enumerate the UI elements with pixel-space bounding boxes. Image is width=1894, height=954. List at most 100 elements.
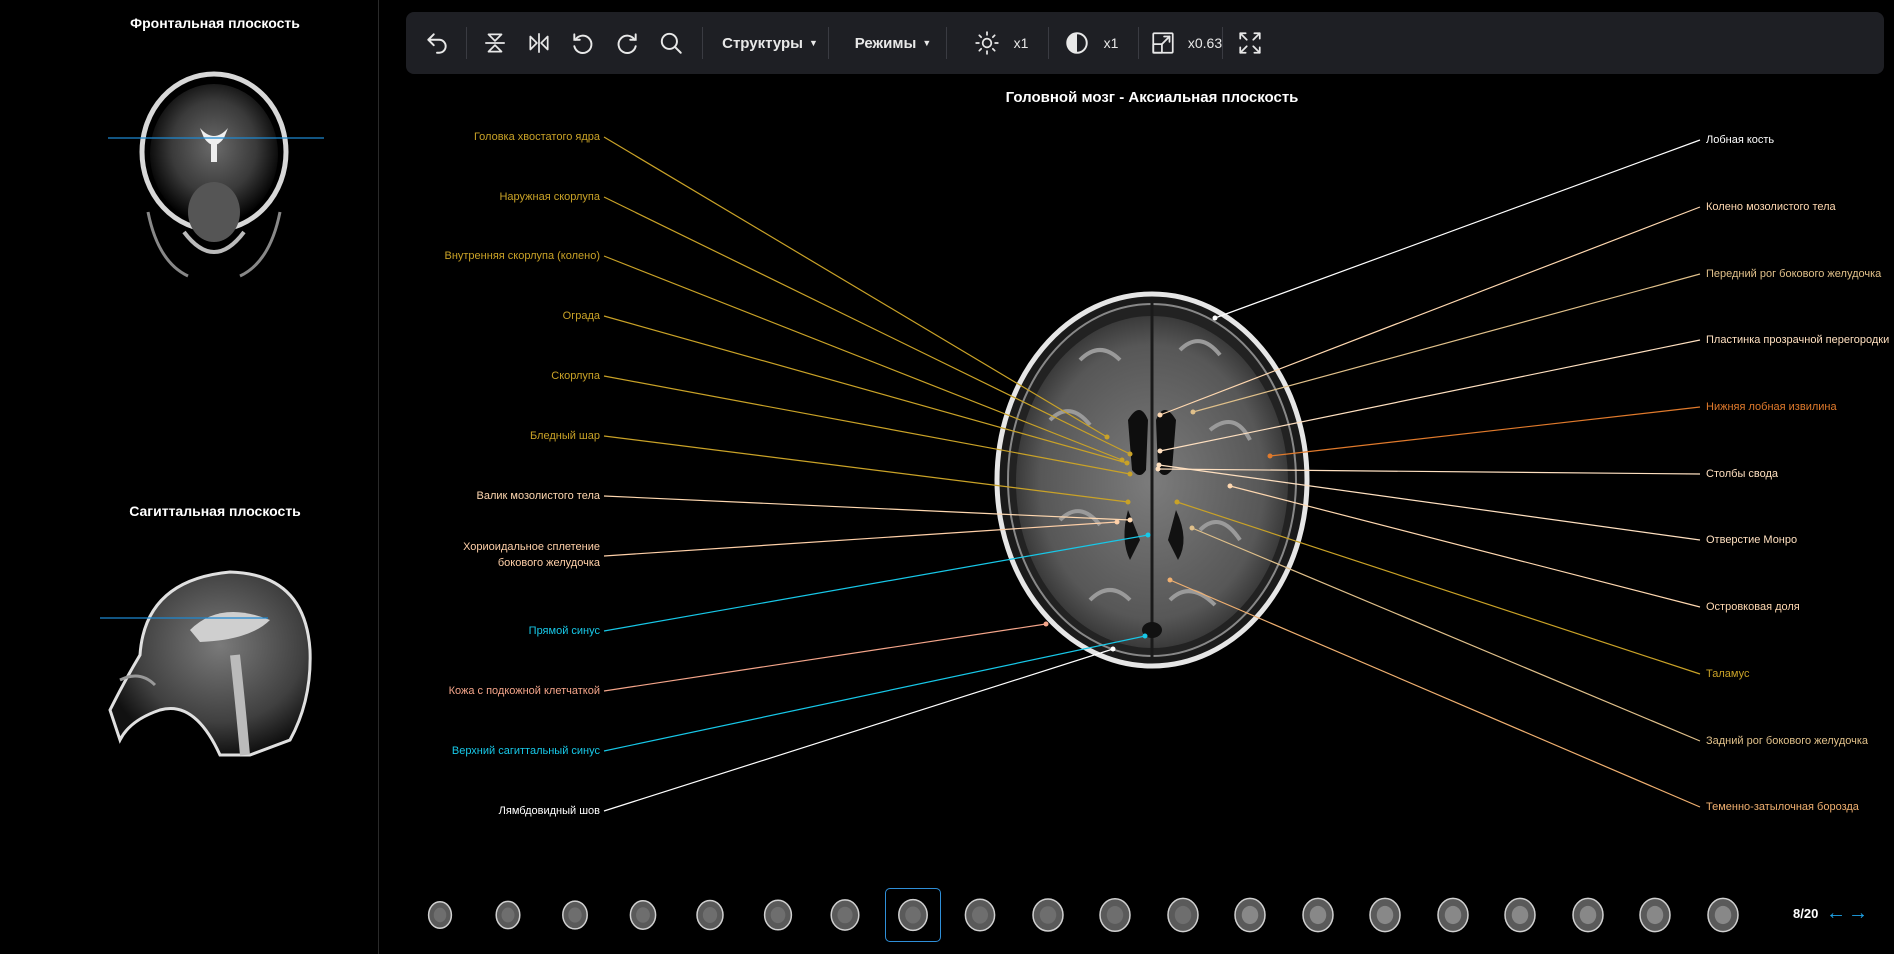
slice-thumbnail-2[interactable] (480, 888, 536, 942)
structure-label-right-10[interactable]: Задний рог бокового желудочка (1706, 733, 1868, 749)
axial-brain-image (994, 291, 1310, 669)
right-8-marker (1227, 483, 1233, 489)
left-2-leader-line (603, 196, 1131, 455)
slice-thumbnail-3[interactable] (547, 888, 603, 942)
slice-thumbnail-17[interactable] (1492, 888, 1548, 942)
structure-label-left-7[interactable]: Валик мозолистого тела (477, 488, 600, 504)
slice-strip (406, 888, 1894, 948)
slice-thumbnail-10[interactable] (1020, 888, 1076, 942)
structure-label-right-4[interactable]: Пластинка прозрачной перегородки (1706, 332, 1889, 348)
left-4-marker (1124, 460, 1130, 466)
structure-label-right-5[interactable]: Нижняя лобная извилина (1706, 399, 1837, 415)
slice-thumbnail-14[interactable] (1290, 888, 1346, 942)
slice-thumbnail-16[interactable] (1425, 888, 1481, 942)
structure-label-right-3[interactable]: Передний рог бокового желудочка (1706, 266, 1881, 282)
slice-thumbnail-image (1031, 898, 1064, 932)
right-11-leader-line (1169, 579, 1701, 808)
right-2-marker (1157, 412, 1163, 418)
structure-label-right-9[interactable]: Таламус (1706, 666, 1749, 682)
next-slice-button[interactable]: → (1848, 902, 1868, 924)
slice-thumbnail-image (1099, 897, 1131, 933)
slice-thumbnail-18[interactable] (1560, 888, 1616, 942)
slice-thumbnail-image (1504, 897, 1536, 933)
structure-label-right-2[interactable]: Колено мозолистого тела (1706, 199, 1836, 215)
slice-thumbnail-image (1436, 897, 1469, 933)
left-9-marker (1145, 532, 1151, 538)
right-9-marker (1174, 499, 1180, 505)
right-3-leader-line (1192, 273, 1701, 413)
left-2-marker (1127, 451, 1133, 457)
structure-label-left-6[interactable]: Бледный шар (530, 428, 600, 444)
structure-label-right-11[interactable]: Теменно-затылочная борозда (1706, 799, 1859, 815)
slice-thumbnail-12[interactable] (1155, 888, 1211, 942)
right-2-leader-line (1159, 206, 1701, 416)
structure-label-left-1[interactable]: Головка хвостатого ядра (474, 129, 600, 145)
left-1-marker (1104, 434, 1110, 440)
left-10-marker (1043, 621, 1049, 627)
structure-label-left-5[interactable]: Скорлупа (551, 368, 600, 384)
slice-thumbnail-image (562, 900, 588, 930)
mri-viewer[interactable] (0, 0, 1894, 954)
slice-thumbnail-image (1571, 897, 1604, 933)
slice-thumbnail-image (427, 900, 453, 930)
structure-label-left-10[interactable]: Кожа с подкожной клетчаткой (449, 683, 600, 699)
structure-label-left-4[interactable]: Ограда (563, 308, 600, 324)
slice-thumbnail-image (1166, 897, 1199, 933)
structure-label-right-8[interactable]: Островковая доля (1706, 599, 1800, 615)
structure-label-left-12[interactable]: Лямбдовидный шов (499, 803, 600, 819)
slice-thumbnail-image (1369, 897, 1401, 933)
slice-thumbnail-19[interactable] (1627, 888, 1683, 942)
slice-thumbnail-image (1706, 897, 1739, 933)
slice-thumbnail-image (964, 898, 996, 932)
right-7-marker (1156, 462, 1162, 468)
right-5-leader-line (1269, 406, 1701, 457)
slice-thumbnail-8[interactable] (884, 888, 941, 942)
slice-thumbnail-13[interactable] (1222, 888, 1278, 942)
slice-thumbnail-image (1301, 897, 1334, 933)
right-1-marker (1212, 315, 1218, 321)
right-4-marker (1157, 448, 1163, 454)
slice-thumbnail-6[interactable] (750, 888, 806, 942)
right-5-marker (1267, 453, 1273, 459)
right-1-leader-line (1214, 139, 1701, 319)
slice-thumbnail-image (830, 899, 860, 931)
structure-label-left-3[interactable]: Внутренняя скорлупа (колено) (444, 248, 600, 264)
slice-thumbnail-20[interactable] (1695, 888, 1751, 942)
slice-thumbnail-15[interactable] (1357, 888, 1413, 942)
structure-label-left-11[interactable]: Верхний сагиттальный синус (452, 743, 600, 759)
right-8-leader-line (1229, 485, 1701, 608)
structure-label-right-1[interactable]: Лобная кость (1706, 132, 1774, 148)
left-1-leader-line (603, 136, 1108, 438)
arrow-right-icon: → (1848, 902, 1868, 924)
left-8-marker (1114, 519, 1120, 525)
arrow-left-icon: ← (1826, 902, 1846, 924)
structure-label-right-6[interactable]: Столбы свода (1706, 466, 1778, 482)
left-11-marker (1142, 633, 1148, 639)
structure-label-left-8[interactable]: Хориоидальное сплетение бокового желудочк… (463, 539, 600, 571)
slice-thumbnail-image (763, 899, 792, 931)
prev-slice-button[interactable]: ← (1826, 902, 1846, 924)
right-10-marker (1189, 525, 1195, 531)
left-11-leader-line (603, 635, 1146, 752)
slice-thumbnail-image (494, 900, 521, 930)
slice-thumbnail-1[interactable] (412, 888, 468, 942)
left-12-leader-line (603, 648, 1114, 812)
slice-thumbnail-5[interactable] (682, 888, 738, 942)
slice-thumbnail-4[interactable] (615, 888, 671, 942)
slice-thumbnail-7[interactable] (817, 888, 873, 942)
slice-counter: 8/20 (1793, 906, 1819, 921)
left-5-marker (1127, 471, 1133, 477)
left-10-leader-line (603, 623, 1047, 692)
structure-label-right-7[interactable]: Отверстие Монро (1706, 532, 1797, 548)
structure-label-left-2[interactable]: Наружная скорлупа (499, 189, 600, 205)
slice-thumbnail-image (629, 900, 656, 930)
slice-thumbnail-11[interactable] (1087, 888, 1143, 942)
slice-thumbnail-9[interactable] (952, 888, 1008, 942)
right-11-marker (1167, 577, 1173, 583)
structure-label-left-9[interactable]: Прямой синус (529, 623, 600, 639)
slice-thumbnail-image (696, 899, 724, 931)
slice-thumbnail-image (1639, 897, 1671, 933)
left-6-marker (1125, 499, 1131, 505)
left-7-marker (1127, 517, 1133, 523)
slice-thumbnail-image (1234, 897, 1266, 933)
